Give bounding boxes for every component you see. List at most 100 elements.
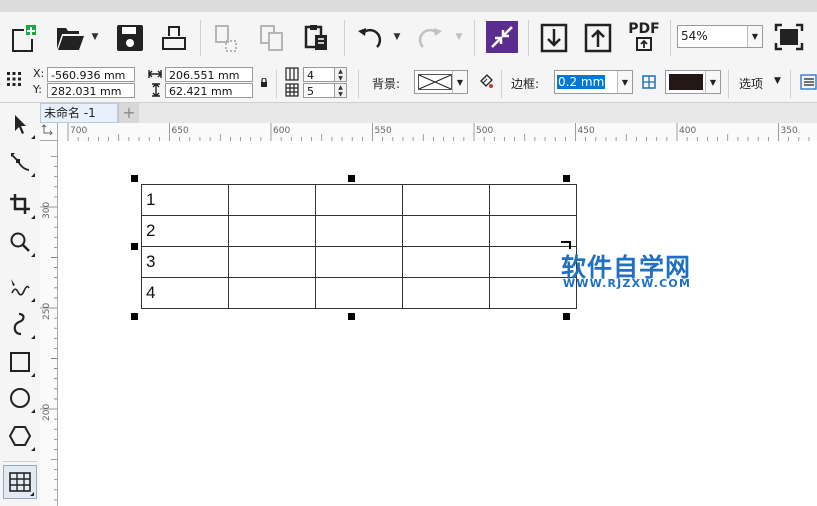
table-cell[interactable]: [315, 246, 403, 278]
crop-tool-icon[interactable]: [3, 187, 37, 221]
table-cell[interactable]: [315, 277, 403, 309]
table-row[interactable]: 3: [141, 246, 577, 278]
y-label: Y:: [33, 83, 42, 96]
search-content-icon[interactable]: [486, 21, 518, 53]
copy-icon[interactable]: [256, 22, 288, 54]
pick-tool-icon[interactable]: [3, 107, 37, 141]
selection-handle[interactable]: [131, 313, 138, 320]
table-cell[interactable]: 2: [141, 215, 229, 247]
height-icon: [150, 83, 162, 97]
options-dropdown-icon[interactable]: ▼: [774, 76, 781, 86]
x-position-field[interactable]: -560.936 mm: [47, 67, 135, 82]
rows-field[interactable]: 5: [303, 83, 335, 98]
selection-handle[interactable]: [131, 243, 138, 250]
document-tab-bar: 未命名 -1 +: [40, 103, 817, 123]
table-cell[interactable]: [228, 215, 316, 247]
redo-icon[interactable]: [412, 22, 448, 54]
table-tool-icon[interactable]: [3, 465, 37, 499]
ruler-label: 450: [578, 126, 595, 136]
table-cell[interactable]: 1: [141, 184, 229, 216]
save-icon[interactable]: [114, 22, 146, 54]
document-tab[interactable]: 未命名 -1: [40, 103, 118, 123]
open-folder-icon[interactable]: [52, 22, 88, 54]
rectangle-tool-icon[interactable]: [3, 345, 37, 379]
undo-icon[interactable]: [352, 22, 388, 54]
artistic-media-tool-icon[interactable]: [3, 307, 37, 341]
selection-handle[interactable]: [563, 313, 570, 320]
vertical-ruler-ticks: 300 250 200: [40, 156, 57, 501]
undo-dropdown-icon[interactable]: ▼: [392, 32, 402, 42]
background-dropdown-icon[interactable]: ▼: [452, 71, 467, 93]
table-cell[interactable]: [402, 184, 490, 216]
import-icon[interactable]: [538, 22, 570, 54]
ruler-label: 300: [42, 202, 52, 219]
pdf-label: PDF: [628, 21, 660, 37]
height-field[interactable]: 62.421 mm: [165, 83, 253, 98]
border-width-value[interactable]: 0.2 mm: [557, 75, 606, 89]
columns-field[interactable]: 4: [303, 67, 335, 82]
selection-handle[interactable]: [131, 175, 138, 182]
full-screen-icon[interactable]: [772, 21, 806, 53]
freehand-tool-icon[interactable]: [3, 270, 37, 304]
table-cell[interactable]: [402, 246, 490, 278]
ruler-label: 600: [273, 126, 290, 136]
table-cell[interactable]: [489, 184, 577, 216]
border-color-select[interactable]: ▼: [665, 70, 721, 94]
ruler-label: 250: [42, 303, 52, 320]
edit-fill-icon[interactable]: [478, 73, 494, 89]
options-label[interactable]: 选项: [739, 75, 763, 92]
zoom-level-select[interactable]: 54% ▼: [677, 25, 763, 48]
table-cell[interactable]: 4: [141, 277, 229, 309]
vertical-ruler[interactable]: 300 250 200: [40, 141, 58, 506]
table-cell[interactable]: [402, 277, 490, 309]
table-cell[interactable]: [315, 184, 403, 216]
text-wrap-icon[interactable]: [800, 74, 817, 90]
open-dropdown-icon[interactable]: ▼: [90, 32, 100, 42]
border-width-dropdown-icon[interactable]: ▼: [617, 71, 632, 93]
watermark-url: WWW.RJZXW.COM: [563, 277, 692, 290]
table-row[interactable]: 1: [141, 184, 577, 216]
zoom-tool-icon[interactable]: [3, 225, 37, 259]
cut-icon[interactable]: [210, 22, 242, 54]
border-sides-icon[interactable]: [642, 75, 656, 89]
y-position-field[interactable]: 282.031 mm: [47, 83, 135, 98]
drawing-table[interactable]: 1234: [141, 184, 577, 309]
table-cell[interactable]: [315, 215, 403, 247]
object-origin-icon[interactable]: [6, 71, 22, 87]
table-cell[interactable]: [228, 246, 316, 278]
print-icon[interactable]: [158, 22, 190, 54]
horizontal-ruler[interactable]: 700 650 600 550 500 450 400 350: [58, 123, 817, 142]
columns-spinner[interactable]: ▲ ▼: [335, 67, 347, 82]
ruler-origin-icon[interactable]: [40, 123, 58, 141]
lock-ratio-icon[interactable]: [260, 77, 268, 87]
border-width-select[interactable]: 0.2 mm ▼: [554, 70, 633, 94]
drawing-canvas[interactable]: 1234 软件自学网 WWW.RJZXW.COM: [58, 141, 817, 506]
redo-dropdown-icon[interactable]: ▼: [454, 32, 464, 42]
table-cell[interactable]: [228, 277, 316, 309]
zoom-dropdown-icon[interactable]: ▼: [747, 26, 762, 47]
polygon-tool-icon[interactable]: [3, 419, 37, 453]
selection-handle[interactable]: [348, 313, 355, 320]
title-strip: [0, 0, 817, 12]
rows-spinner[interactable]: ▲ ▼: [335, 83, 347, 98]
table-row[interactable]: 4: [141, 277, 577, 309]
background-fill-select[interactable]: ▼: [414, 70, 468, 94]
width-field[interactable]: 206.551 mm: [165, 67, 253, 82]
table-cell[interactable]: 3: [141, 246, 229, 278]
x-label: X:: [33, 67, 45, 80]
ellipse-tool-icon[interactable]: [3, 381, 37, 415]
new-document-icon[interactable]: [6, 22, 38, 54]
table-cell[interactable]: [228, 184, 316, 216]
selection-handle[interactable]: [348, 175, 355, 182]
table-cell[interactable]: [402, 215, 490, 247]
paste-icon[interactable]: [300, 22, 332, 54]
shape-tool-icon[interactable]: [3, 145, 37, 179]
table-row[interactable]: 2: [141, 215, 577, 247]
export-icon[interactable]: [582, 22, 614, 54]
add-document-tab-button[interactable]: +: [118, 103, 139, 123]
publish-pdf-button[interactable]: PDF: [626, 20, 662, 54]
border-color-swatch: [669, 74, 703, 90]
border-color-dropdown-icon[interactable]: ▼: [705, 71, 720, 93]
selection-handle[interactable]: [563, 175, 570, 182]
no-fill-swatch-icon: [418, 74, 452, 90]
